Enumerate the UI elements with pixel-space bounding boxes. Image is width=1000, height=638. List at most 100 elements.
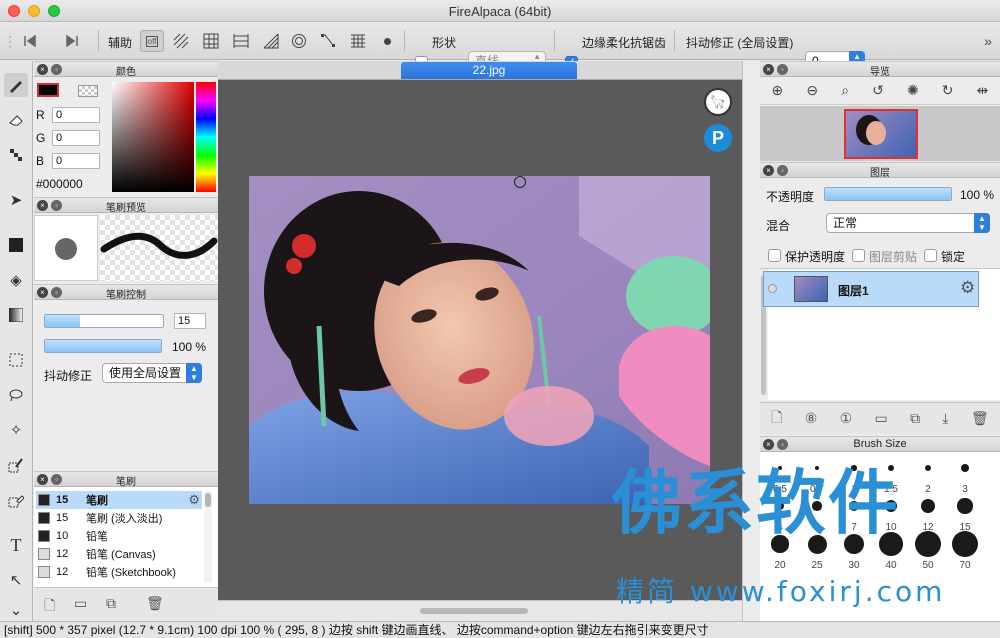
brush-size-label: 3 [962, 484, 968, 495]
new-brush-icon[interactable]: 🗋 [44, 595, 55, 619]
brush-size-slider-fill [45, 315, 81, 327]
brush-size-value: 12 [56, 566, 69, 578]
foreground-color-swatch[interactable] [37, 83, 59, 97]
brush-size-dot[interactable] [957, 498, 973, 514]
layer-name: 图层1 [838, 284, 869, 298]
snap-settings-button[interactable] [378, 30, 396, 52]
select-tool[interactable] [4, 348, 28, 372]
brush-list-item[interactable]: 12 铅笔 (Canvas) [36, 545, 202, 563]
lasso-tool[interactable] [4, 383, 28, 407]
brush-size-dot[interactable] [961, 464, 969, 472]
move-tool[interactable]: ➤ [4, 188, 28, 212]
brush-size-dot[interactable] [924, 464, 932, 472]
brush-size-input[interactable]: 15 [174, 313, 206, 329]
brush-name: 铅笔 (Canvas) [86, 549, 156, 561]
duplicate-layer-icon[interactable]: ⧉ [910, 410, 920, 427]
r-input[interactable]: 0 [52, 107, 100, 123]
brush-size-dot[interactable] [952, 531, 978, 557]
layer-visibility-icon[interactable] [768, 284, 777, 293]
window-title: FireAlpaca (64bit) [448, 4, 552, 19]
trash-icon[interactable]: 🗑 [146, 595, 164, 612]
snap-cross-button[interactable] [230, 30, 252, 52]
brush-list-scrollbar[interactable] [204, 491, 212, 583]
snap-grid-button[interactable] [200, 30, 222, 52]
rotate-right-icon[interactable]: ↻ [942, 82, 954, 99]
brush-list-item[interactable]: 12 铅笔 (Sketchbook) [36, 563, 202, 581]
blend-mode-select[interactable]: 正常 ▲ ▼ [826, 213, 990, 233]
new-1bit-layer-icon[interactable]: ① [840, 410, 853, 427]
gear-icon[interactable]: ⚙ [960, 278, 975, 298]
pixiv-icon[interactable]: P [704, 124, 732, 152]
zoom-fit-icon[interactable]: ⌕ [841, 82, 849, 99]
merge-down-icon[interactable]: ⤓ [942, 410, 948, 427]
brush-opacity-slider-fill [45, 340, 161, 352]
background-color-swatch[interactable] [78, 85, 98, 97]
reset-rotation-icon[interactable]: ✺ [907, 82, 919, 99]
hue-slider[interactable] [196, 82, 216, 192]
redo-button[interactable] [60, 30, 84, 52]
saturation-value-picker[interactable] [112, 82, 194, 192]
navigator-thumbnail-area[interactable] [760, 106, 1000, 161]
snap-parallel-button[interactable] [170, 30, 192, 52]
undo-button[interactable] [18, 30, 42, 52]
gear-icon[interactable]: ⚙ [188, 492, 200, 508]
toolbar-overflow-button[interactable]: » [980, 30, 996, 52]
brush-list-item[interactable]: 15 笔刷 ⚙ [36, 491, 202, 509]
layer-opacity-slider[interactable] [824, 187, 952, 201]
brush-size-dot[interactable] [921, 499, 935, 513]
gradient-tool[interactable] [4, 303, 28, 327]
scrollbar-thumb[interactable] [205, 493, 211, 507]
flip-horizontal-icon[interactable]: ⇹ [977, 82, 989, 99]
brush-list-item[interactable]: 10 铅笔 [36, 527, 202, 545]
alpaca-logo-icon[interactable]: 🦙 [704, 88, 732, 116]
brush-size-dot[interactable] [915, 531, 941, 557]
snap-perspective-button[interactable] [260, 30, 282, 52]
brush-tool[interactable] [4, 73, 28, 97]
document-tab[interactable]: 22.jpg [401, 62, 577, 79]
protect-alpha-checkbox[interactable] [768, 249, 781, 262]
select-pen-tool[interactable] [4, 453, 28, 477]
brush-size-slider[interactable] [44, 314, 164, 328]
toolbar-separator [674, 30, 675, 52]
tools-more-button[interactable]: ⌄ [4, 598, 28, 622]
new-layer-icon[interactable]: 🗋 [771, 407, 782, 431]
canvas-image[interactable] [249, 176, 710, 504]
navigator-thumbnail[interactable] [844, 109, 918, 159]
text-tool[interactable]: T [4, 533, 28, 557]
new-8bit-layer-icon[interactable]: ⑧ [805, 410, 818, 427]
duplicate-brush-icon[interactable]: ⧉ [106, 595, 116, 612]
zoom-out-icon[interactable]: ⊖ [806, 82, 818, 99]
eraser-tool[interactable] [4, 108, 28, 132]
magic-wand-tool[interactable]: ✧ [4, 418, 28, 442]
brush-swatch-icon [38, 530, 50, 542]
brush-control-panel: 15 100 % 抖动修正 使用全局设置 ▲ ▼ [34, 300, 218, 470]
snap-grid-icon [203, 33, 219, 49]
operation-tool[interactable]: ↖ [4, 568, 28, 592]
layer-row[interactable]: 图层1 ⚙ [763, 271, 979, 307]
snap-curve-button[interactable] [317, 30, 339, 52]
move-arrow-icon: ➤ [9, 192, 23, 209]
new-folder-icon[interactable]: ▭ [875, 410, 888, 427]
zoom-in-icon[interactable]: ⊕ [772, 82, 784, 99]
bucket-tool[interactable]: ◈ [4, 268, 28, 292]
brush-list-item[interactable]: 15 笔刷 (淡入淡出) [36, 509, 202, 527]
brush-preview-header: × ◦ 笔刷预览 [34, 197, 218, 214]
trash-icon[interactable]: 🗑 [971, 410, 989, 427]
select-eraser-tool[interactable] [4, 488, 28, 512]
magic-wand-icon: ✧ [9, 422, 23, 439]
snap-circle-button[interactable] [288, 30, 310, 52]
brush-preview-title: 笔刷预览 [106, 203, 146, 214]
rotate-left-icon[interactable]: ↺ [872, 82, 884, 99]
dot-tool[interactable] [4, 143, 28, 167]
brush-stabilizer-select[interactable]: 使用全局设置 ▲ ▼ [102, 363, 202, 383]
g-input[interactable]: 0 [52, 130, 100, 146]
clipping-checkbox[interactable] [852, 249, 865, 262]
folder-icon[interactable]: ▭ [74, 595, 87, 612]
snap-off-button[interactable]: off [140, 30, 164, 52]
lock-checkbox[interactable] [924, 249, 937, 262]
scrollbar-thumb[interactable] [420, 608, 528, 614]
b-input[interactable]: 0 [52, 153, 100, 169]
snap-3d-button[interactable] [347, 30, 369, 52]
fill-rect-tool[interactable] [4, 233, 28, 257]
brush-opacity-slider[interactable] [44, 339, 162, 353]
